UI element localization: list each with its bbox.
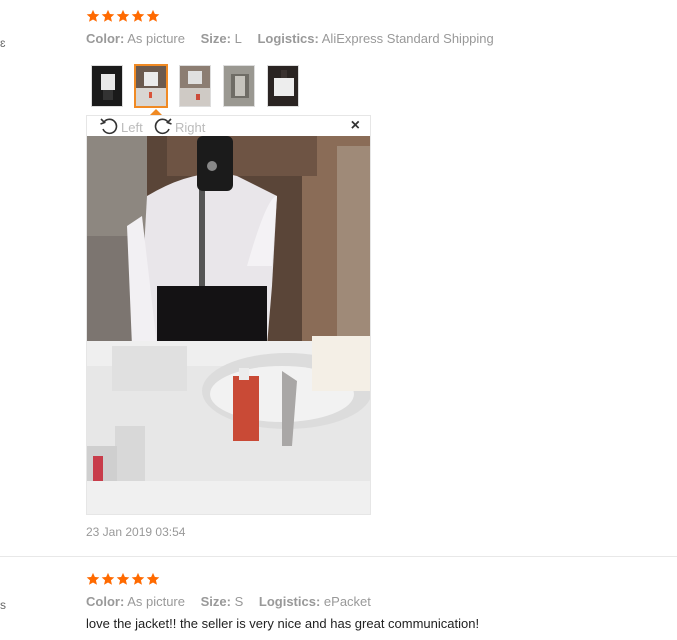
star-icon [86,9,100,23]
star-rating [86,7,677,25]
star-icon [131,572,145,586]
viewer-toolbar: Left Right × [87,116,370,136]
star-icon [101,9,115,23]
review-photo [87,136,370,514]
logistics-label: Logistics: [257,31,319,46]
rotate-right-label: Right [175,120,206,135]
star-icon [116,9,130,23]
star-icon [101,572,115,586]
review-thumbnail[interactable] [179,65,211,107]
logistics-label: Logistics: [258,594,321,609]
star-icon [86,572,100,586]
review-thumbnail[interactable] [223,65,255,107]
color-value: As picture [127,31,185,46]
color-label: Color: [86,594,125,609]
cropped-text-fragment: ɛ [0,36,6,50]
size-label: Size: [200,594,231,609]
review-item: Color: As picture Size: S Logistics: ePa… [86,558,677,631]
close-icon[interactable]: × [351,117,360,135]
image-viewer: Left Right × [86,115,371,515]
logistics-value: AliExpress Standard Shipping [321,31,494,46]
star-icon [131,9,145,23]
rotate-right-icon [153,117,173,138]
review-divider [0,556,677,557]
review-thumbnails [91,65,299,107]
star-icon [146,9,160,23]
order-info: Color: As picture Size: S Logistics: ePa… [86,594,677,609]
rotate-right-button[interactable]: Right [153,117,205,138]
cropped-text-fragment: s [0,598,6,612]
review-thumbnail[interactable] [91,65,123,107]
review-thumbnail[interactable] [267,65,299,107]
size-value: L [234,31,242,46]
logistics-value: ePacket [323,594,371,609]
star-icon [146,572,160,586]
star-icon [116,572,130,586]
order-info: Color: As picture Size: L Logistics: Ali… [86,31,677,46]
rotate-left-button[interactable]: Left [99,117,143,138]
review-thumbnail-active[interactable] [135,65,167,107]
review-comment: love the jacket!! the seller is very nic… [86,616,480,631]
color-value: As picture [127,594,185,609]
star-rating [86,570,677,588]
rotate-left-label: Left [121,120,143,135]
review-date: 23 Jan 2019 03:54 [86,525,186,539]
size-label: Size: [200,31,231,46]
color-label: Color: [86,31,125,46]
size-value: S [234,594,244,609]
review-item: Color: As picture Size: L Logistics: Ali… [86,0,677,539]
rotate-left-icon [99,117,119,138]
